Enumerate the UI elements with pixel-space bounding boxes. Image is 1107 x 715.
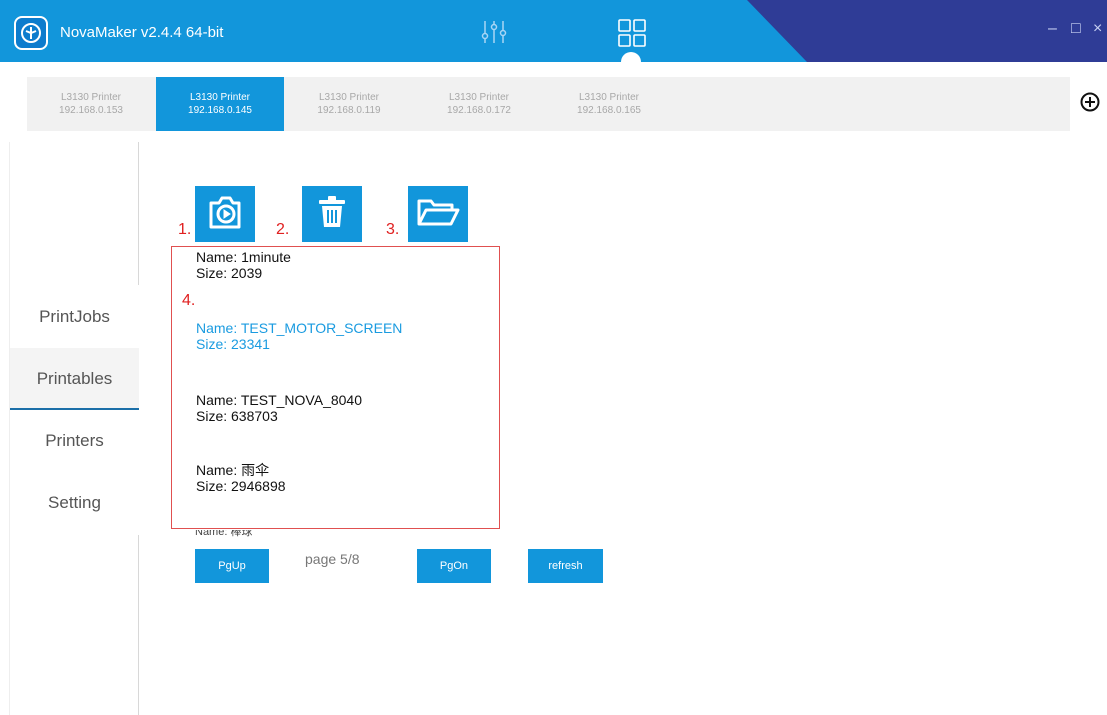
active-view-indicator — [621, 52, 641, 62]
printer-strip: L3130 Printer 192.168.0.153 L3130 Printe… — [0, 62, 1107, 142]
list-item[interactable]: Name: 1minute Size: 2039 — [196, 249, 291, 281]
printer-ip: 192.168.0.165 — [577, 105, 641, 116]
preview-button[interactable] — [195, 186, 255, 242]
file-size: Size: 2946898 — [196, 478, 286, 494]
refresh-button[interactable]: refresh — [528, 549, 603, 583]
file-size: Size: 638703 — [196, 408, 278, 424]
plus-circle-icon[interactable] — [1080, 92, 1100, 112]
file-name: Name: 棒球 — [195, 530, 253, 538]
delete-button[interactable] — [302, 186, 362, 242]
sidebar-item-printjobs[interactable]: PrintJobs — [10, 286, 139, 348]
printer-ip: 192.168.0.145 — [188, 105, 252, 116]
printer-name: L3130 Printer — [60, 92, 122, 103]
file-size: Size: 23341 — [196, 336, 270, 352]
printable-file-list[interactable]: Name: 1minute Size: 2039 4. Name: TEST_M… — [171, 246, 500, 529]
maximize-button[interactable]: □ — [1071, 20, 1081, 38]
open-folder-button[interactable] — [408, 186, 468, 242]
printer-tab[interactable]: L3130 Printer 192.168.0.153 — [27, 77, 155, 131]
callout-3: 3. — [386, 221, 400, 238]
printer-ip: 192.168.0.119 — [317, 105, 381, 116]
camera-play-icon — [205, 193, 245, 236]
callout-4: 4. — [182, 292, 196, 309]
file-name: Name: TEST_NOVA_8040 — [196, 392, 363, 408]
sliders-icon[interactable] — [480, 18, 508, 51]
list-item-selected[interactable]: Name: TEST_MOTOR_SCREEN Size: 23341 — [196, 320, 402, 352]
file-name: Name: 1minute — [196, 249, 291, 265]
printer-tab[interactable]: L3130 Printer 192.168.0.165 — [545, 77, 673, 131]
app-title: NovaMaker v2.4.4 64-bit — [60, 24, 224, 41]
printer-name: L3130 Printer — [189, 92, 251, 103]
page-up-button[interactable]: PgUp — [195, 549, 269, 583]
callout-2: 2. — [276, 221, 290, 238]
minimize-button[interactable]: – — [1048, 20, 1057, 38]
sidebar-item-setting[interactable]: Setting — [10, 472, 139, 534]
list-item[interactable]: Name: TEST_NOVA_8040 Size: 638703 — [196, 392, 362, 424]
title-bar: NovaMaker v2.4.4 64-bit – □ × — [0, 0, 1107, 62]
close-button[interactable]: × — [1093, 20, 1102, 38]
printer-tab-active[interactable]: L3130 Printer 192.168.0.145 — [156, 77, 284, 131]
callout-1: 1. — [178, 221, 192, 238]
trash-icon — [314, 194, 350, 235]
list-item-clipped: Name: 棒球 — [195, 530, 252, 538]
sidebar-item-printables[interactable]: Printables — [10, 348, 139, 410]
folder-open-icon — [416, 196, 460, 233]
printer-name: L3130 Printer — [448, 92, 510, 103]
file-name: Name: TEST_MOTOR_SCREEN — [196, 320, 403, 336]
printer-tab[interactable]: L3130 Printer 192.168.0.119 — [285, 77, 413, 131]
title-bar-accent — [747, 0, 1107, 62]
file-name: Name: 雨伞 — [196, 462, 270, 478]
grid-icon[interactable] — [617, 18, 647, 53]
page-down-button[interactable]: PgOn — [417, 549, 491, 583]
file-size: Size: 2039 — [196, 265, 263, 281]
printer-name: L3130 Printer — [318, 92, 380, 103]
sidebar-item-printers[interactable]: Printers — [10, 410, 139, 472]
list-item[interactable]: Name: 雨伞 Size: 2946898 — [196, 462, 286, 494]
sidebar-divider — [138, 142, 139, 285]
printer-ip: 192.168.0.153 — [59, 105, 123, 116]
sidebar-divider — [138, 535, 139, 715]
printer-tab[interactable]: L3130 Printer 192.168.0.172 — [415, 77, 543, 131]
printer-tab-bar: L3130 Printer 192.168.0.153 L3130 Printe… — [27, 77, 1070, 131]
printer-ip: 192.168.0.172 — [447, 105, 511, 116]
printer-name: L3130 Printer — [578, 92, 640, 103]
app-logo-icon — [14, 16, 48, 50]
page-indicator: page 5/8 — [305, 551, 360, 567]
